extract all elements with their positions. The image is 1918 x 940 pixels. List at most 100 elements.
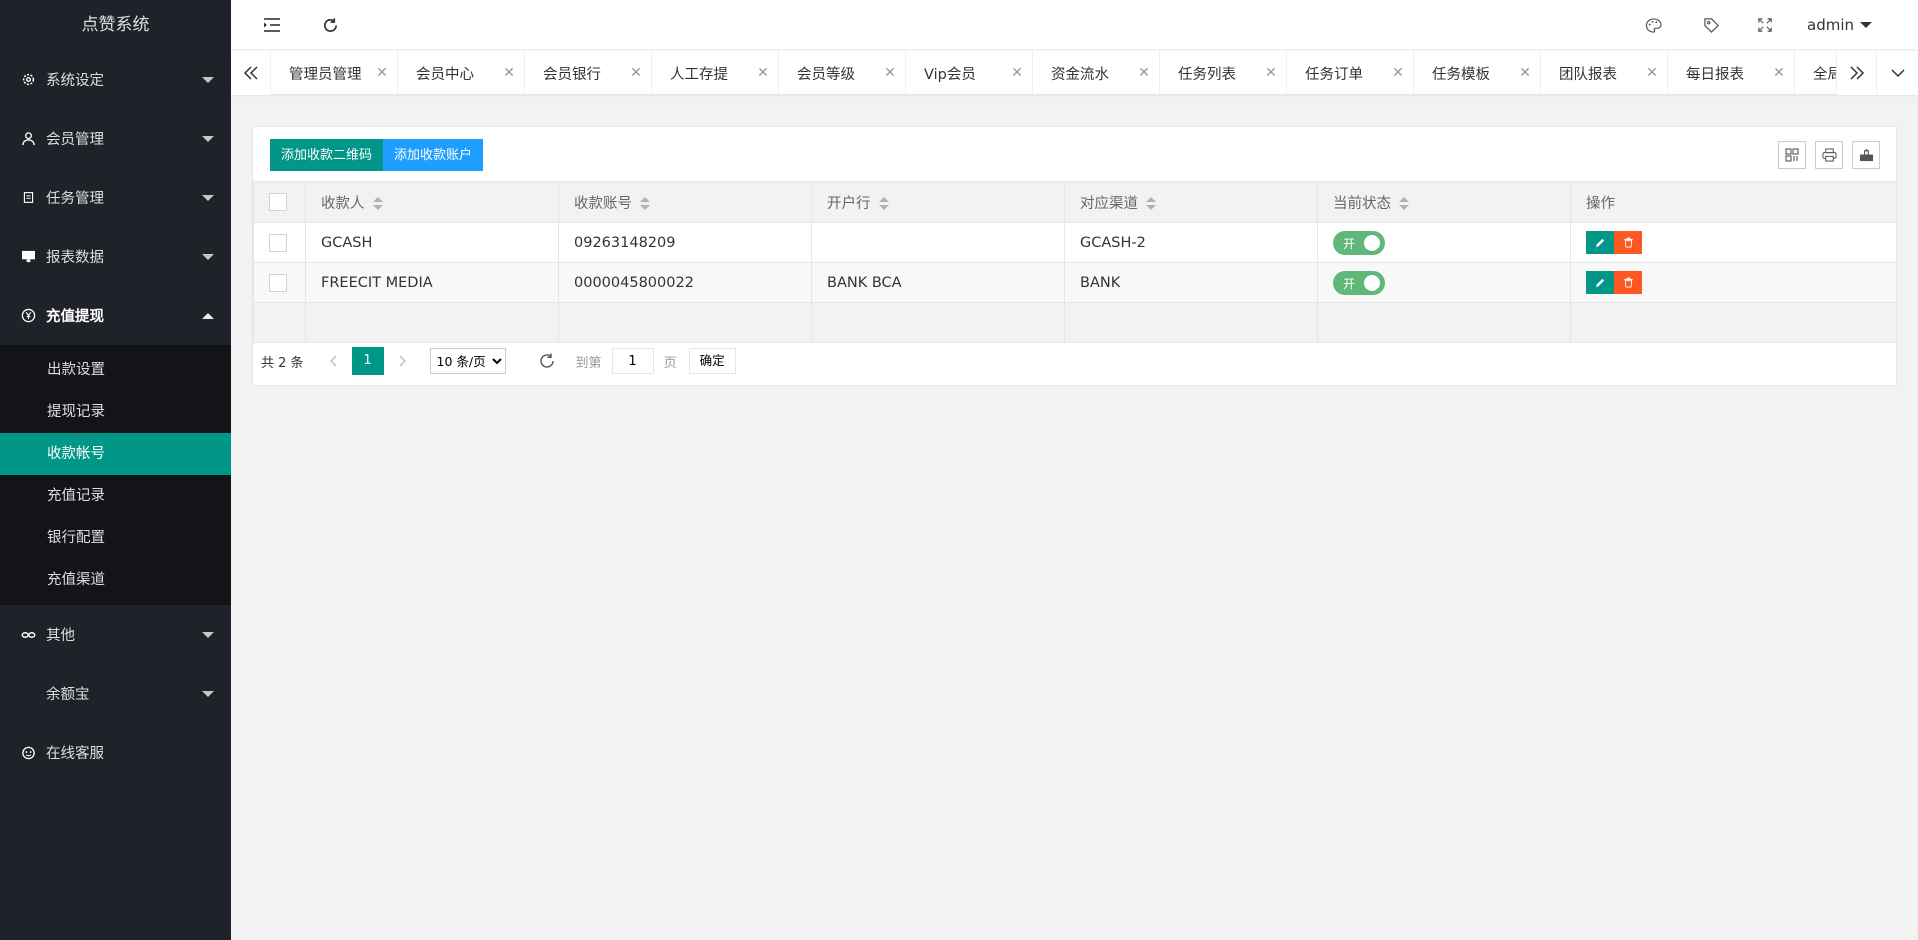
sort-icon[interactable] bbox=[878, 196, 889, 211]
cell-account: 0000045800022 bbox=[558, 262, 812, 303]
close-icon[interactable]: ✕ bbox=[1772, 65, 1786, 81]
theme-button[interactable] bbox=[1642, 0, 1664, 50]
tab-vip-member[interactable]: Vip会员 ✕ bbox=[906, 51, 1033, 95]
sidebar-subitem-recharge-records[interactable]: 充值记录 bbox=[0, 475, 231, 517]
refresh-table-button[interactable] bbox=[536, 350, 558, 372]
goto-page-input[interactable] bbox=[611, 348, 654, 374]
sidebar-item-label: 其他 bbox=[46, 628, 75, 644]
add-qr-button[interactable]: 添加收款二维码 bbox=[270, 139, 384, 171]
caret-down-icon bbox=[202, 254, 214, 260]
print-icon bbox=[1821, 148, 1837, 162]
tabs-scroll-left-button[interactable] bbox=[231, 51, 271, 95]
sidebar-item-support[interactable]: 在线客服 bbox=[0, 723, 231, 782]
sort-icon[interactable] bbox=[640, 196, 650, 211]
status-toggle[interactable]: 开 bbox=[1333, 270, 1385, 295]
tab-member-center[interactable]: 会员中心 ✕ bbox=[398, 51, 525, 95]
sidebar-item-balance[interactable]: 余额宝 bbox=[0, 664, 231, 723]
tab-fund-flow[interactable]: 资金流水 ✕ bbox=[1033, 51, 1160, 95]
sidebar-subitem-recharge-channels[interactable]: 充值渠道 bbox=[0, 559, 231, 601]
delete-button[interactable] bbox=[1614, 271, 1642, 294]
close-icon[interactable]: ✕ bbox=[756, 65, 770, 81]
close-icon[interactable]: ✕ bbox=[1391, 65, 1405, 81]
tabs-scroll-right-button[interactable] bbox=[1836, 51, 1876, 95]
close-icon[interactable]: ✕ bbox=[1010, 65, 1024, 81]
close-icon[interactable]: ✕ bbox=[629, 65, 643, 81]
notes-button[interactable] bbox=[1700, 0, 1722, 50]
fullscreen-button[interactable] bbox=[1754, 0, 1776, 50]
sidebar-item-members[interactable]: 会员管理 bbox=[0, 109, 231, 168]
add-account-button[interactable]: 添加收款账户 bbox=[383, 139, 484, 171]
sidebar-subitem-bank-config[interactable]: 银行配置 bbox=[0, 517, 231, 559]
column-header-channel[interactable]: 对应渠道 bbox=[1064, 181, 1318, 223]
sidebar-subitem-withdraw-records[interactable]: 提现记录 bbox=[0, 391, 231, 433]
sort-icon[interactable] bbox=[1399, 196, 1409, 211]
table-header-row: 收款人 收款账号 开户行 对应渠道 当前状态 操作 bbox=[253, 181, 1897, 223]
prev-page-button[interactable] bbox=[318, 355, 348, 367]
column-header-payee[interactable]: 收款人 bbox=[305, 181, 559, 223]
next-page-button[interactable] bbox=[388, 355, 418, 367]
close-icon[interactable]: ✕ bbox=[883, 65, 897, 81]
sidebar-item-label: 系统设定 bbox=[46, 73, 104, 89]
column-header-status[interactable]: 当前状态 bbox=[1317, 181, 1571, 223]
page-tabs: 管理员管理 ✕ 会员中心 ✕ 会员银行 ✕ 人工存提 ✕ 会员等级 ✕ Vip会员 ✕ 资金流水 ✕ 任务列… bbox=[231, 51, 1918, 95]
page-1-button[interactable]: 1 bbox=[351, 347, 384, 375]
caret-down-icon bbox=[1860, 22, 1872, 28]
column-header-bank[interactable]: 开户行 bbox=[811, 181, 1065, 223]
close-icon[interactable]: ✕ bbox=[1518, 65, 1532, 81]
close-icon[interactable]: ✕ bbox=[375, 65, 389, 81]
tabs-menu-button[interactable] bbox=[1876, 51, 1918, 95]
sidebar-subitem-receiving-accounts[interactable]: 收款帐号 bbox=[0, 433, 231, 475]
tab-task-list[interactable]: 任务列表 ✕ bbox=[1160, 51, 1287, 95]
close-icon[interactable]: ✕ bbox=[1137, 65, 1151, 81]
columns-filter-button[interactable] bbox=[1778, 141, 1806, 169]
tab-team-report[interactable]: 团队报表 ✕ bbox=[1541, 51, 1668, 95]
sidebar-item-label: 会员管理 bbox=[46, 132, 104, 148]
status-toggle[interactable]: 开 bbox=[1333, 230, 1385, 255]
table-row: GCASH 09263148209 GCASH-2 开 bbox=[253, 222, 1897, 263]
trash-icon bbox=[1623, 237, 1633, 248]
close-icon[interactable]: ✕ bbox=[502, 65, 516, 81]
sidebar-item-other[interactable]: 其他 bbox=[0, 605, 231, 664]
tab-manual-deposit[interactable]: 人工存提 ✕ bbox=[652, 51, 779, 95]
sidebar-item-recharge-withdraw[interactable]: 充值提现 bbox=[0, 286, 231, 345]
tab-admin-manage[interactable]: 管理员管理 ✕ bbox=[271, 51, 398, 95]
columns-icon bbox=[1785, 148, 1799, 162]
edit-button[interactable] bbox=[1586, 231, 1614, 254]
tab-member-bank[interactable]: 会员银行 ✕ bbox=[525, 51, 652, 95]
close-icon[interactable]: ✕ bbox=[1645, 65, 1659, 81]
double-chevron-left-icon bbox=[243, 66, 258, 80]
export-button[interactable] bbox=[1852, 141, 1880, 169]
close-icon[interactable]: ✕ bbox=[1264, 65, 1278, 81]
refresh-button[interactable] bbox=[319, 0, 341, 50]
sidebar-item-system[interactable]: 系统设定 bbox=[0, 50, 231, 109]
delete-button[interactable] bbox=[1614, 231, 1642, 254]
palette-icon bbox=[1645, 17, 1662, 33]
sidebar-item-reports[interactable]: 报表数据 bbox=[0, 227, 231, 286]
row-checkbox[interactable] bbox=[269, 233, 287, 252]
sidebar-item-tasks[interactable]: 任务管理 bbox=[0, 168, 231, 227]
fullscreen-icon bbox=[1758, 18, 1772, 32]
chevron-left-icon bbox=[329, 355, 337, 367]
cell-actions bbox=[1570, 262, 1897, 303]
sort-icon[interactable] bbox=[372, 196, 383, 211]
cell-bank: BANK BCA bbox=[811, 262, 1065, 303]
sort-icon[interactable] bbox=[1146, 196, 1156, 211]
tab-task-template[interactable]: 任务模板 ✕ bbox=[1414, 51, 1541, 95]
tab-task-orders[interactable]: 任务订单 ✕ bbox=[1287, 51, 1414, 95]
print-button[interactable] bbox=[1815, 141, 1843, 169]
tab-daily-report[interactable]: 每日报表 ✕ bbox=[1668, 51, 1795, 95]
gear-icon bbox=[20, 72, 36, 88]
user-icon bbox=[20, 131, 36, 147]
column-header-account[interactable]: 收款账号 bbox=[558, 181, 812, 223]
sidebar-subitem-payout-settings[interactable]: 出款设置 bbox=[0, 349, 231, 391]
tab-member-level[interactable]: 会员等级 ✕ bbox=[779, 51, 906, 95]
tab-global-stats[interactable]: 全局统计✕ bbox=[1795, 51, 1836, 95]
page-size-select[interactable]: 10 条/页 bbox=[429, 348, 506, 374]
goto-confirm-button[interactable]: 确定 bbox=[688, 348, 736, 374]
select-all-checkbox[interactable] bbox=[269, 193, 287, 211]
row-checkbox[interactable] bbox=[269, 273, 287, 292]
menu-toggle-button[interactable] bbox=[261, 0, 283, 50]
edit-button[interactable] bbox=[1586, 271, 1614, 294]
column-header-actions: 操作 bbox=[1570, 181, 1897, 223]
user-menu[interactable]: admin bbox=[1807, 0, 1872, 50]
